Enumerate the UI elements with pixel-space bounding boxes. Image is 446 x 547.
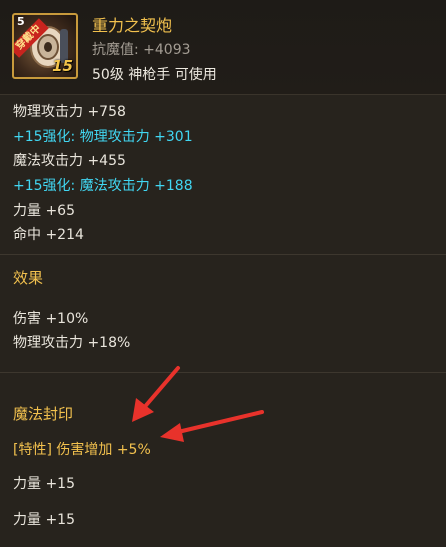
stat-line: 力量 +65 bbox=[13, 203, 75, 219]
item-requirement: 50级 神枪手 可使用 bbox=[92, 67, 217, 83]
stat-line-enhance: +15强化: 物理攻击力 +301 bbox=[13, 129, 193, 145]
enhance-level-badge: 15 bbox=[52, 57, 73, 75]
seal-title: 魔法封印 bbox=[13, 405, 74, 423]
stat-line: 魔法攻击力 +455 bbox=[13, 153, 126, 169]
arrow-icon bbox=[132, 366, 180, 422]
icon-level-text: 5 bbox=[17, 15, 25, 28]
seal-line: 力量 +15 bbox=[13, 512, 75, 528]
item-icon[interactable]: 5 穿戴中 15 bbox=[12, 13, 78, 79]
effect-title: 效果 bbox=[13, 269, 44, 287]
seal-line: 力量 +15 bbox=[13, 476, 75, 492]
tooltip-header: 5 穿戴中 15 重力之契炮 抗魔值: +4093 50级 神枪手 可使用 bbox=[0, 0, 446, 95]
item-resist: 抗魔值: +4093 bbox=[92, 42, 191, 58]
stat-line: 物理攻击力 +758 bbox=[13, 104, 126, 120]
stat-line: 命中 +214 bbox=[13, 227, 84, 243]
item-name: 重力之契炮 bbox=[92, 16, 173, 35]
divider bbox=[0, 372, 446, 373]
stat-line-enhance: +15强化: 魔法攻击力 +188 bbox=[13, 178, 193, 194]
divider bbox=[0, 254, 446, 255]
effect-line: 伤害 +10% bbox=[13, 311, 89, 327]
effect-line: 物理攻击力 +18% bbox=[13, 335, 131, 351]
item-tooltip: 5 穿戴中 15 重力之契炮 抗魔值: +4093 50级 神枪手 可使用 物理… bbox=[0, 0, 446, 547]
seal-trait: [特性] 伤害增加 +5% bbox=[13, 442, 151, 458]
arrow-icon bbox=[160, 410, 264, 442]
